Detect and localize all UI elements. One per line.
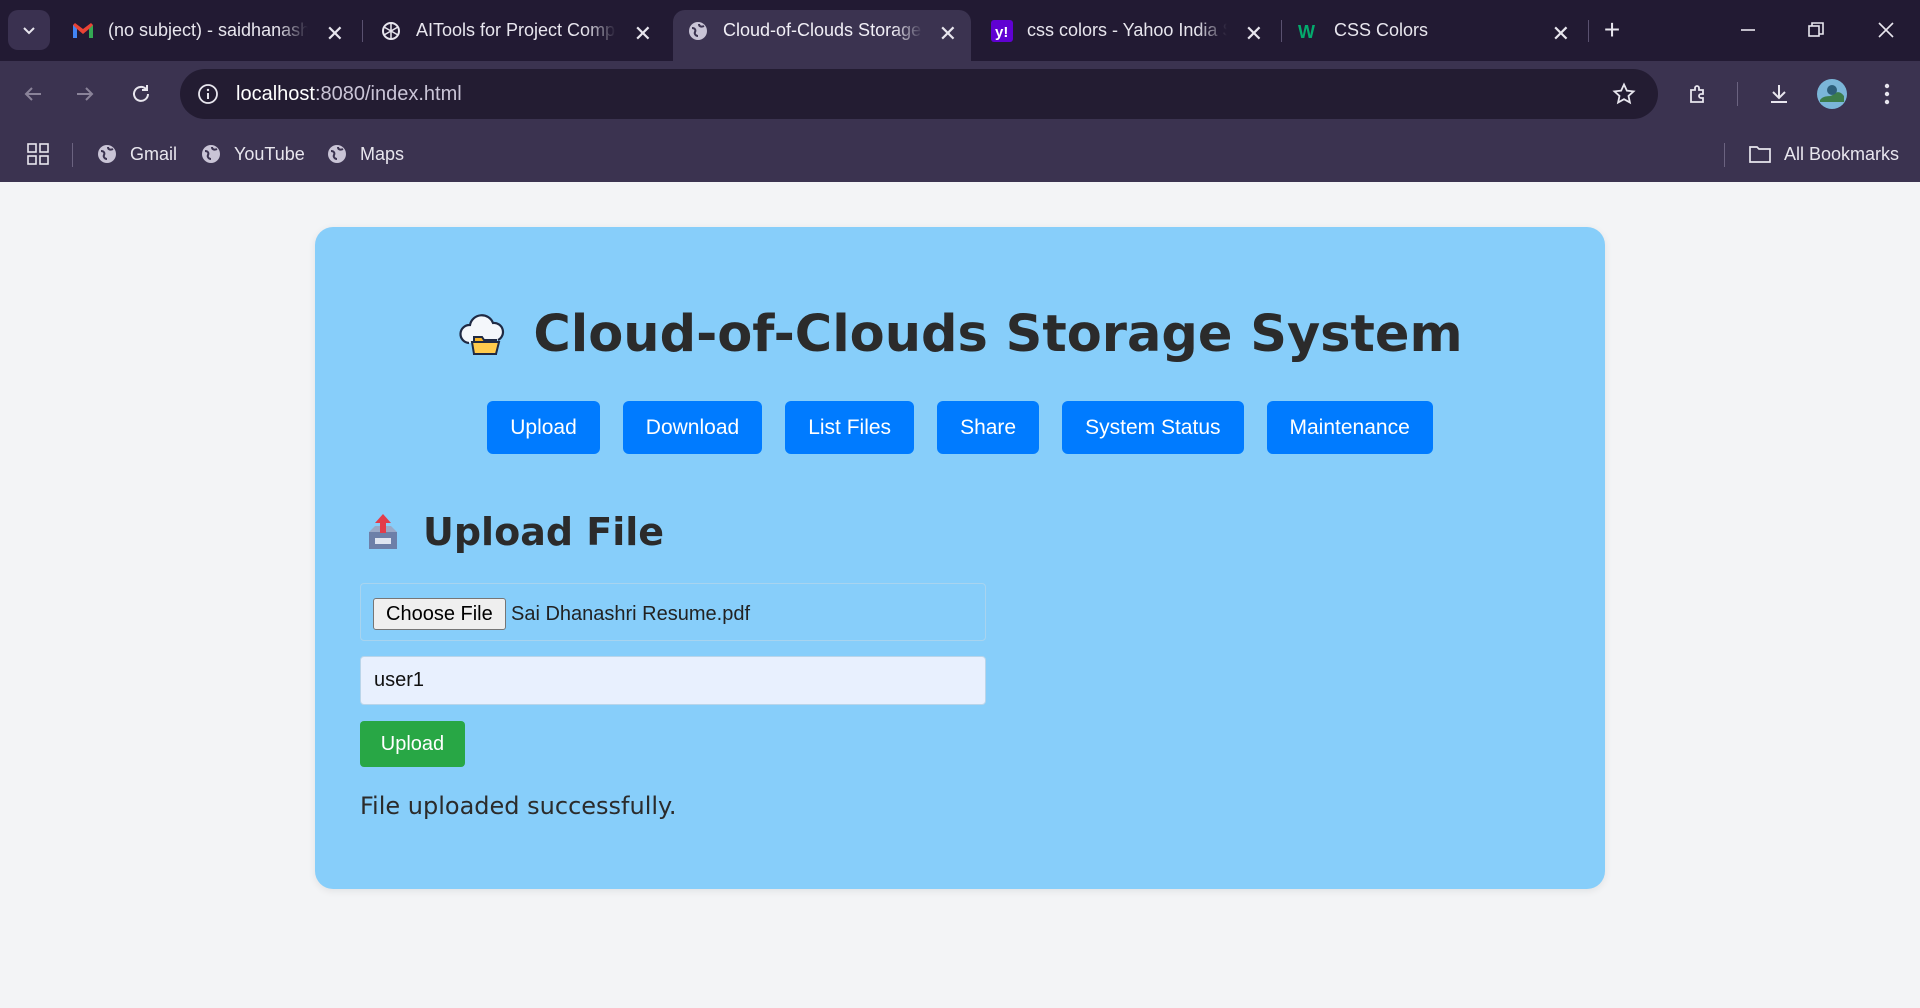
tab-cloud-storage[interactable]: Cloud-of-Clouds Storage ✕	[673, 10, 971, 61]
reload-icon	[133, 85, 149, 102]
close-window-button[interactable]	[1866, 12, 1906, 48]
bookmark-maps[interactable]: Maps	[326, 139, 404, 169]
upload-tray-icon	[369, 514, 397, 549]
choose-file-button[interactable]: Choose File	[373, 598, 506, 630]
download-icon	[1771, 85, 1787, 103]
storage-card: Cloud-of-Clouds Storage System Upload Do…	[315, 227, 1605, 889]
w3schools-icon: W	[1298, 20, 1320, 42]
cloud-folder-icon	[459, 313, 505, 355]
bookmarks-separator	[72, 143, 73, 167]
close-tab-icon[interactable]: ✕	[326, 23, 344, 45]
puzzle-icon	[1690, 85, 1704, 103]
yahoo-icon: y!	[991, 19, 1013, 42]
page-title: Cloud-of-Clouds Storage System	[533, 305, 1463, 364]
bookmarks-bar: Gmail YouTube Maps All Bookmarks	[0, 127, 1920, 182]
selected-file-name: Sai Dhanashri Resume.pdf	[511, 603, 751, 625]
url-host: localhost	[236, 83, 315, 105]
close-tab-icon[interactable]: ✕	[1245, 23, 1263, 45]
close-icon	[1878, 22, 1894, 38]
toolbar-separator	[1737, 82, 1738, 106]
bookmark-label: Maps	[360, 143, 405, 164]
nav-maintenance-button[interactable]: Maintenance	[1266, 401, 1433, 454]
gmail-icon	[72, 20, 94, 42]
globe-icon	[687, 20, 709, 42]
globe-icon	[328, 145, 346, 163]
new-tab-button[interactable]: +	[1596, 14, 1628, 46]
more-vertical-icon	[1884, 83, 1890, 105]
title-row: Cloud-of-Clouds Storage System	[315, 305, 1605, 364]
close-tab-icon[interactable]: ✕	[634, 23, 652, 45]
svg-text:W: W	[1298, 22, 1315, 42]
arrow-left-icon	[24, 87, 41, 101]
status-message: File uploaded successfully.	[360, 792, 677, 820]
tab-yahoo[interactable]: y! css colors - Yahoo India S ✕	[977, 10, 1277, 61]
reload-button[interactable]	[122, 75, 160, 113]
site-info-icon[interactable]	[194, 80, 222, 108]
tab-title: Cloud-of-Clouds Storage	[723, 20, 922, 40]
upload-submit-button[interactable]: Upload	[360, 721, 465, 767]
back-button[interactable]	[14, 75, 52, 113]
menu-button[interactable]	[1868, 75, 1906, 113]
bookmark-label: Gmail	[130, 143, 178, 164]
bookmark-star-icon[interactable]	[1610, 80, 1638, 108]
bookmark-gmail[interactable]: Gmail	[96, 139, 177, 169]
arrow-right-icon	[77, 87, 94, 101]
close-tab-icon[interactable]: ✕	[939, 23, 957, 45]
svg-text:y!: y!	[995, 24, 1008, 41]
user-id-field[interactable]: user1	[360, 656, 986, 705]
profile-avatar[interactable]	[1813, 75, 1851, 113]
nav-upload-button[interactable]: Upload	[487, 401, 600, 454]
tab-separator	[362, 20, 363, 42]
chevron-down-icon	[23, 27, 35, 35]
extensions-button[interactable]	[1680, 75, 1718, 113]
url-text[interactable]: localhost:8080/index.html	[236, 69, 462, 119]
url-path: :8080/index.html	[314, 83, 462, 105]
apps-grid-icon	[27, 143, 49, 165]
tab-separator	[1281, 20, 1282, 42]
avatar-icon	[1817, 79, 1847, 109]
tab-css-colors[interactable]: W CSS Colors ✕	[1284, 10, 1584, 61]
nav-download-button[interactable]: Download	[622, 401, 763, 454]
globe-icon	[202, 145, 220, 163]
forward-button[interactable]	[66, 75, 104, 113]
all-bookmarks-button[interactable]: All Bookmarks	[1748, 139, 1899, 169]
bookmark-youtube[interactable]: YouTube	[200, 139, 305, 169]
browser-toolbar: localhost:8080/index.html	[0, 61, 1920, 127]
tab-gmail[interactable]: (no subject) - saidhanashri ✕	[58, 10, 358, 61]
tab-separator	[1588, 20, 1589, 42]
minimize-icon	[1741, 29, 1755, 31]
tab-title: AITools for Project Compl	[416, 20, 616, 40]
apps-button[interactable]	[26, 139, 50, 169]
minimize-button[interactable]	[1728, 12, 1768, 48]
openai-icon	[380, 20, 402, 42]
tab-title: CSS Colors	[1334, 20, 1429, 40]
restore-icon	[1808, 22, 1824, 37]
close-tab-icon[interactable]: ✕	[1552, 23, 1570, 45]
address-bar[interactable]: localhost:8080/index.html	[180, 69, 1658, 119]
nav-system-status-button[interactable]: System Status	[1062, 401, 1244, 454]
restore-button[interactable]	[1796, 12, 1836, 48]
nav-list-files-button[interactable]: List Files	[785, 401, 915, 454]
bookmark-label: YouTube	[234, 143, 305, 164]
nav-share-button[interactable]: Share	[937, 401, 1040, 454]
tab-search-button[interactable]	[8, 10, 50, 50]
downloads-button[interactable]	[1760, 75, 1798, 113]
file-picker[interactable]: Choose File Sai Dhanashri Resume.pdf	[360, 583, 986, 641]
globe-icon	[98, 145, 116, 163]
folder-icon	[1749, 146, 1771, 163]
tab-strip: (no subject) - saidhanashri ✕ AITools fo…	[0, 0, 1920, 61]
tab-aitools[interactable]: AITools for Project Compl ✕	[366, 10, 666, 61]
tab-title: css colors - Yahoo India S	[1027, 20, 1227, 40]
all-bookmarks-label: All Bookmarks	[1784, 143, 1900, 164]
section-title: Upload File	[423, 510, 665, 554]
tab-title: (no subject) - saidhanashri	[108, 20, 308, 40]
bookmarks-separator	[1724, 143, 1725, 167]
upload-section-header: Upload File	[365, 510, 664, 554]
main-nav: Upload Download List Files Share System …	[315, 401, 1605, 454]
